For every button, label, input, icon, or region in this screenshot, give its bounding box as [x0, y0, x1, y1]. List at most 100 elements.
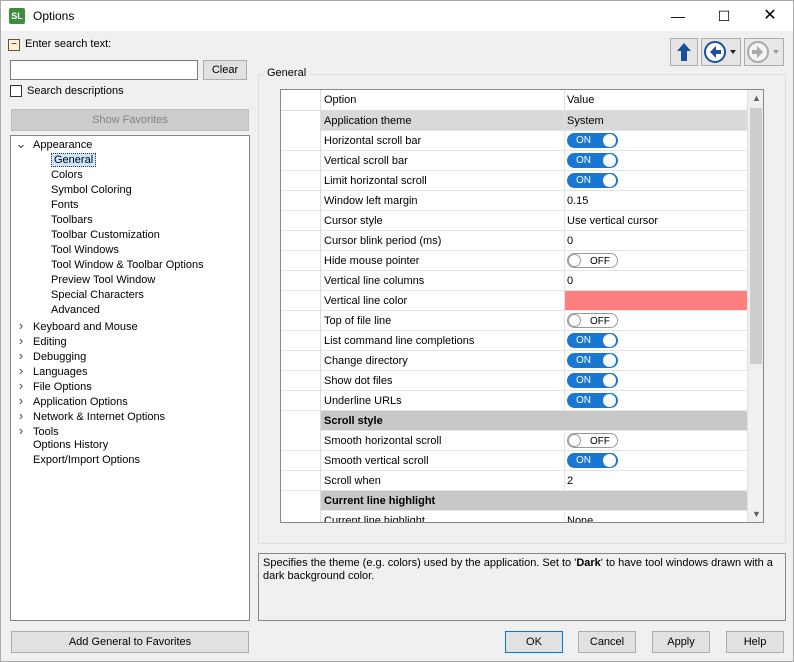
tree-item[interactable]: Export/Import Options: [15, 453, 140, 468]
chevron-down-icon[interactable]: ⌄: [15, 137, 27, 150]
tree-item[interactable]: General: [51, 153, 97, 168]
cancel-button[interactable]: Cancel: [578, 631, 636, 653]
toggle-switch[interactable]: ON: [567, 353, 618, 368]
grid-row[interactable]: Vertical line columns 0: [281, 271, 747, 291]
grid-section-row[interactable]: Current line highlight: [281, 491, 747, 511]
chevron-right-icon[interactable]: ›: [15, 378, 27, 393]
column-separator[interactable]: [564, 90, 565, 111]
grid-row[interactable]: Horizontal scroll bar ON: [281, 131, 747, 151]
scroll-up-icon[interactable]: ▲: [748, 90, 763, 107]
toggle-switch[interactable]: ON: [567, 453, 618, 468]
grid-row[interactable]: Vertical scroll bar ON: [281, 151, 747, 171]
tree-item[interactable]: Symbol Coloring: [51, 183, 132, 198]
ok-button[interactable]: OK: [505, 631, 563, 653]
search-collapse-toggle[interactable]: −: [8, 39, 20, 51]
close-button[interactable]: ✕: [747, 1, 793, 31]
minimize-button[interactable]: —: [655, 1, 701, 31]
cell-separator: [564, 431, 565, 451]
option-value[interactable]: 0: [567, 275, 573, 287]
grid-row[interactable]: Scroll when 2: [281, 471, 747, 491]
grid-row[interactable]: Limit horizontal scroll ON: [281, 171, 747, 191]
grid-row[interactable]: Show dot files ON: [281, 371, 747, 391]
chevron-right-icon[interactable]: ›: [15, 333, 27, 348]
toggle-switch[interactable]: ON: [567, 133, 618, 148]
tree-item[interactable]: › File Options: [15, 378, 92, 393]
grid-section-row[interactable]: Scroll style: [281, 411, 747, 431]
option-value[interactable]: 0: [567, 235, 573, 247]
grid-row[interactable]: Cursor style Use vertical cursor: [281, 211, 747, 231]
chevron-right-icon[interactable]: ›: [15, 423, 27, 438]
tree-item[interactable]: Toolbar Customization: [51, 228, 160, 243]
tree-item[interactable]: Tool Window & Toolbar Options: [51, 258, 204, 273]
color-swatch[interactable]: [565, 291, 747, 310]
toggle-switch[interactable]: ON: [567, 373, 618, 388]
column-header-option[interactable]: Option: [324, 94, 356, 106]
toggle-switch[interactable]: ON: [567, 393, 618, 408]
toggle-switch[interactable]: ON: [567, 173, 618, 188]
tree-item[interactable]: Tool Windows: [51, 243, 119, 258]
cell-separator: [564, 511, 565, 522]
nav-up-button[interactable]: [670, 38, 698, 66]
grid-row[interactable]: List command line completions ON: [281, 331, 747, 351]
cell-separator: [564, 351, 565, 371]
toggle-switch[interactable]: OFF: [567, 253, 618, 268]
grid-row[interactable]: Change directory ON: [281, 351, 747, 371]
tree-item[interactable]: › Keyboard and Mouse: [15, 318, 138, 333]
grid-row[interactable]: Window left margin 0.15: [281, 191, 747, 211]
option-value[interactable]: None: [567, 515, 593, 522]
column-header-value[interactable]: Value: [567, 94, 594, 106]
tree-item[interactable]: Special Characters: [51, 288, 144, 303]
grid-row[interactable]: Cursor blink period (ms) 0: [281, 231, 747, 251]
vertical-scrollbar[interactable]: ▲ ▼: [747, 90, 763, 522]
toggle-switch[interactable]: OFF: [567, 433, 618, 448]
maximize-button[interactable]: ☐: [701, 1, 747, 31]
tree-item[interactable]: ⌄ Appearance: [15, 137, 93, 153]
nav-forward-button[interactable]: [744, 38, 784, 66]
search-input[interactable]: [10, 60, 198, 80]
grid-row[interactable]: Hide mouse pointer OFF: [281, 251, 747, 271]
nav-back-button[interactable]: [701, 38, 741, 66]
toggle-switch[interactable]: OFF: [567, 313, 618, 328]
options-tree[interactable]: ⌄ Appearance General Colors Symbol Coloring F…: [10, 135, 250, 621]
show-favorites-button[interactable]: Show Favorites: [11, 109, 249, 131]
tree-item[interactable]: Advanced: [51, 303, 100, 318]
grid-row[interactable]: Smooth horizontal scroll OFF: [281, 431, 747, 451]
grid-row[interactable]: Underline URLs ON: [281, 391, 747, 411]
toggle-switch[interactable]: ON: [567, 333, 618, 348]
apply-button[interactable]: Apply: [652, 631, 710, 653]
tree-item[interactable]: › Network & Internet Options: [15, 408, 165, 423]
tree-item[interactable]: › Debugging: [15, 348, 86, 363]
chevron-right-icon[interactable]: ›: [15, 348, 27, 363]
chevron-right-icon[interactable]: ›: [15, 318, 27, 333]
chevron-right-icon[interactable]: ›: [15, 408, 27, 423]
chevron-right-icon[interactable]: ›: [15, 363, 27, 378]
tree-item[interactable]: › Application Options: [15, 393, 128, 408]
tree-item[interactable]: › Editing: [15, 333, 67, 348]
grid-row[interactable]: Application theme System: [281, 111, 747, 131]
tree-item[interactable]: Preview Tool Window: [51, 273, 155, 288]
tree-item[interactable]: › Tools: [15, 423, 59, 438]
tree-item[interactable]: Fonts: [51, 198, 79, 213]
tree-item[interactable]: Colors: [51, 168, 83, 183]
option-value[interactable]: 0.15: [567, 195, 588, 207]
options-grid[interactable]: Option Value Application theme System Hori…: [280, 89, 764, 523]
help-button[interactable]: Help: [726, 631, 784, 653]
grid-row[interactable]: Current line highlight None: [281, 511, 747, 522]
scroll-thumb[interactable]: [750, 108, 762, 364]
tree-item[interactable]: Toolbars: [51, 213, 93, 228]
search-descriptions-checkbox[interactable]: [10, 85, 22, 97]
grid-row[interactable]: Top of file line OFF: [281, 311, 747, 331]
option-value[interactable]: Use vertical cursor: [567, 215, 658, 227]
toggle-switch[interactable]: ON: [567, 153, 618, 168]
grid-row[interactable]: Smooth vertical scroll ON: [281, 451, 747, 471]
tree-item[interactable]: Options History: [15, 438, 108, 453]
clear-button[interactable]: Clear: [203, 60, 247, 80]
grid-row[interactable]: Vertical line color: [281, 291, 747, 311]
option-value[interactable]: 2: [567, 475, 573, 487]
add-to-favorites-button[interactable]: Add General to Favorites: [11, 631, 249, 653]
description-box: Specifies the theme (e.g. colors) used b…: [258, 553, 786, 621]
option-value[interactable]: System: [567, 115, 604, 127]
chevron-right-icon[interactable]: ›: [15, 393, 27, 408]
scroll-down-icon[interactable]: ▼: [748, 506, 763, 522]
tree-item[interactable]: › Languages: [15, 363, 88, 378]
